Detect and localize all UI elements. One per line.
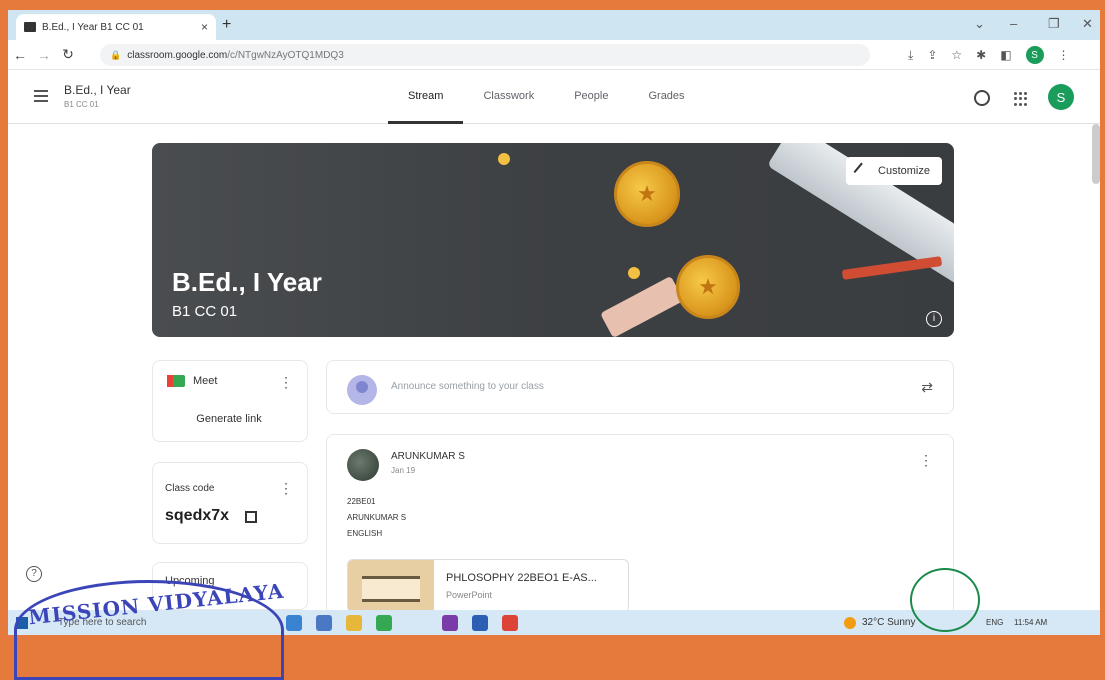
announce-box[interactable]: Announce something to your class ⇄ xyxy=(326,360,954,414)
url-path: /c/NTgwNzAyOTQ1MDQ3 xyxy=(227,49,344,61)
banner-subtitle: B1 CC 01 xyxy=(172,303,238,320)
fullscreen-icon[interactable] xyxy=(245,511,257,523)
hamburger-menu-icon[interactable] xyxy=(34,90,48,105)
post-line: 22BE01 xyxy=(347,497,376,506)
confetti-dot xyxy=(498,153,510,165)
clock[interactable]: 11:54 AM xyxy=(1014,618,1047,627)
more-options-icon[interactable]: ⋮ xyxy=(279,375,293,389)
class-code-card: Class code ⋮ sqedx7x xyxy=(152,462,308,544)
browser-tab[interactable]: B.Ed., I Year B1 CC 01 × xyxy=(16,14,216,40)
chevron-down-icon[interactable]: ⌄ xyxy=(974,16,985,32)
tab-strip: B.Ed., I Year B1 CC 01 × + ⌄ – ❐ ✕ xyxy=(8,10,1100,40)
lock-icon: 🔒 xyxy=(110,49,122,60)
pen-scribble xyxy=(910,568,980,632)
page-scrollbar[interactable] xyxy=(1092,124,1100,184)
help-icon[interactable]: ? xyxy=(26,566,42,582)
class-section: B1 CC 01 xyxy=(64,100,99,109)
post-date: Jan 19 xyxy=(391,466,416,475)
menu-kebab-icon[interactable]: ⋮ xyxy=(1058,48,1070,62)
back-icon[interactable]: ← xyxy=(8,47,32,63)
attachment-card[interactable]: PHLOSOPHY 22BEO1 E-AS... PowerPoint xyxy=(347,559,629,610)
post-line: ENGLISH xyxy=(347,529,383,538)
class-banner: ★ ★ B.Ed., I Year B1 CC 01 Customize i xyxy=(152,143,954,337)
hand-illustration xyxy=(600,275,684,337)
stream-post: ARUNKUMAR S Jan 19 ⋮ 22BE01 ARUNKUMAR S … xyxy=(326,434,954,610)
author-avatar xyxy=(347,449,379,481)
tab-classwork[interactable]: Classwork xyxy=(463,70,554,124)
attachment-thumbnail xyxy=(348,560,434,610)
class-code-value: sqedx7x xyxy=(165,507,230,524)
meet-label: Meet xyxy=(193,375,218,387)
language-indicator[interactable]: ENG xyxy=(986,618,1003,627)
tab-people[interactable]: People xyxy=(554,70,628,124)
new-tab-icon[interactable]: + xyxy=(222,16,231,34)
url-host: classroom.google.com xyxy=(127,49,228,61)
profile-avatar[interactable]: S xyxy=(1025,46,1044,64)
customize-label: Customize xyxy=(878,165,930,177)
browser-window: B.Ed., I Year B1 CC 01 × + ⌄ – ❐ ✕ ← → ↻… xyxy=(8,10,1100,610)
classroom-favicon-icon xyxy=(24,22,36,32)
address-bar[interactable]: 🔒 classroom.google.com /c/NTgwNzAyOTQ1MD… xyxy=(100,44,870,66)
mail-icon[interactable] xyxy=(316,614,333,631)
share-icon[interactable]: ⇪ xyxy=(927,48,937,62)
confetti-dot xyxy=(628,267,640,279)
toolbar-icons: ⤓ ⇪ ☆ ✱ ◧ S ⋮ xyxy=(908,46,1070,64)
install-icon[interactable]: ⤓ xyxy=(908,48,913,63)
weather-widget[interactable]: 32°C Sunny xyxy=(844,616,916,629)
chrome-icon[interactable] xyxy=(376,614,393,631)
sun-icon xyxy=(844,616,856,629)
pencil-icon xyxy=(853,162,871,180)
repost-icon[interactable]: ⇄ xyxy=(921,379,933,396)
extensions-icon[interactable]: ✱ xyxy=(976,48,986,62)
customize-button[interactable]: Customize xyxy=(846,157,942,185)
reload-icon[interactable]: ↻ xyxy=(56,46,80,63)
medal-icon: ★ xyxy=(676,255,740,319)
app-icon[interactable] xyxy=(442,614,459,631)
meet-card: Meet ⋮ Generate link xyxy=(152,360,308,442)
ribbon-illustration xyxy=(841,256,943,280)
info-icon[interactable]: i xyxy=(926,311,942,327)
post-author: ARUNKUMAR S xyxy=(391,451,465,462)
more-options-icon[interactable]: ⋮ xyxy=(919,453,933,467)
meet-icon xyxy=(167,375,185,387)
minimize-icon[interactable]: – xyxy=(1010,16,1017,31)
post-line: ARUNKUMAR S xyxy=(347,513,407,522)
side-panel-icon[interactable]: ◧ xyxy=(1000,48,1011,62)
gear-icon[interactable] xyxy=(974,90,990,106)
maximize-icon[interactable]: ❐ xyxy=(1048,16,1060,32)
file-explorer-icon[interactable] xyxy=(346,614,363,631)
medal-icon: ★ xyxy=(614,161,680,227)
generate-link-button[interactable]: Generate link xyxy=(179,407,279,431)
attachment-type: PowerPoint xyxy=(446,590,493,600)
edge-icon[interactable] xyxy=(286,614,303,631)
bookmark-star-icon[interactable]: ☆ xyxy=(951,48,962,62)
classroom-header: B.Ed., I Year B1 CC 01 Stream Classwork … xyxy=(8,70,1100,124)
weather-text: 32°C Sunny xyxy=(862,617,916,628)
browser-toolbar: ← → ↻ 🔒 classroom.google.com /c/NTgwNzAy… xyxy=(8,40,1100,70)
attachment-title: PHLOSOPHY 22BEO1 E-AS... xyxy=(446,572,597,584)
class-tabs: Stream Classwork People Grades xyxy=(388,70,705,124)
window-close-icon[interactable]: ✕ xyxy=(1082,16,1093,32)
tab-title: B.Ed., I Year B1 CC 01 xyxy=(42,21,144,33)
class-code-label: Class code xyxy=(165,483,215,494)
avatar xyxy=(347,375,377,405)
class-title[interactable]: B.Ed., I Year xyxy=(64,83,131,97)
chrome-icon[interactable] xyxy=(502,614,519,631)
forward-icon[interactable]: → xyxy=(32,47,56,63)
tab-grades[interactable]: Grades xyxy=(628,70,704,124)
word-icon[interactable] xyxy=(472,614,489,631)
apps-grid-icon[interactable] xyxy=(1014,92,1028,106)
tab-stream[interactable]: Stream xyxy=(388,70,464,124)
announce-placeholder[interactable]: Announce something to your class xyxy=(391,381,544,392)
avatar[interactable]: S xyxy=(1048,84,1074,110)
banner-title: B.Ed., I Year xyxy=(172,267,322,297)
more-options-icon[interactable]: ⋮ xyxy=(279,481,293,495)
close-icon[interactable]: × xyxy=(201,20,208,34)
